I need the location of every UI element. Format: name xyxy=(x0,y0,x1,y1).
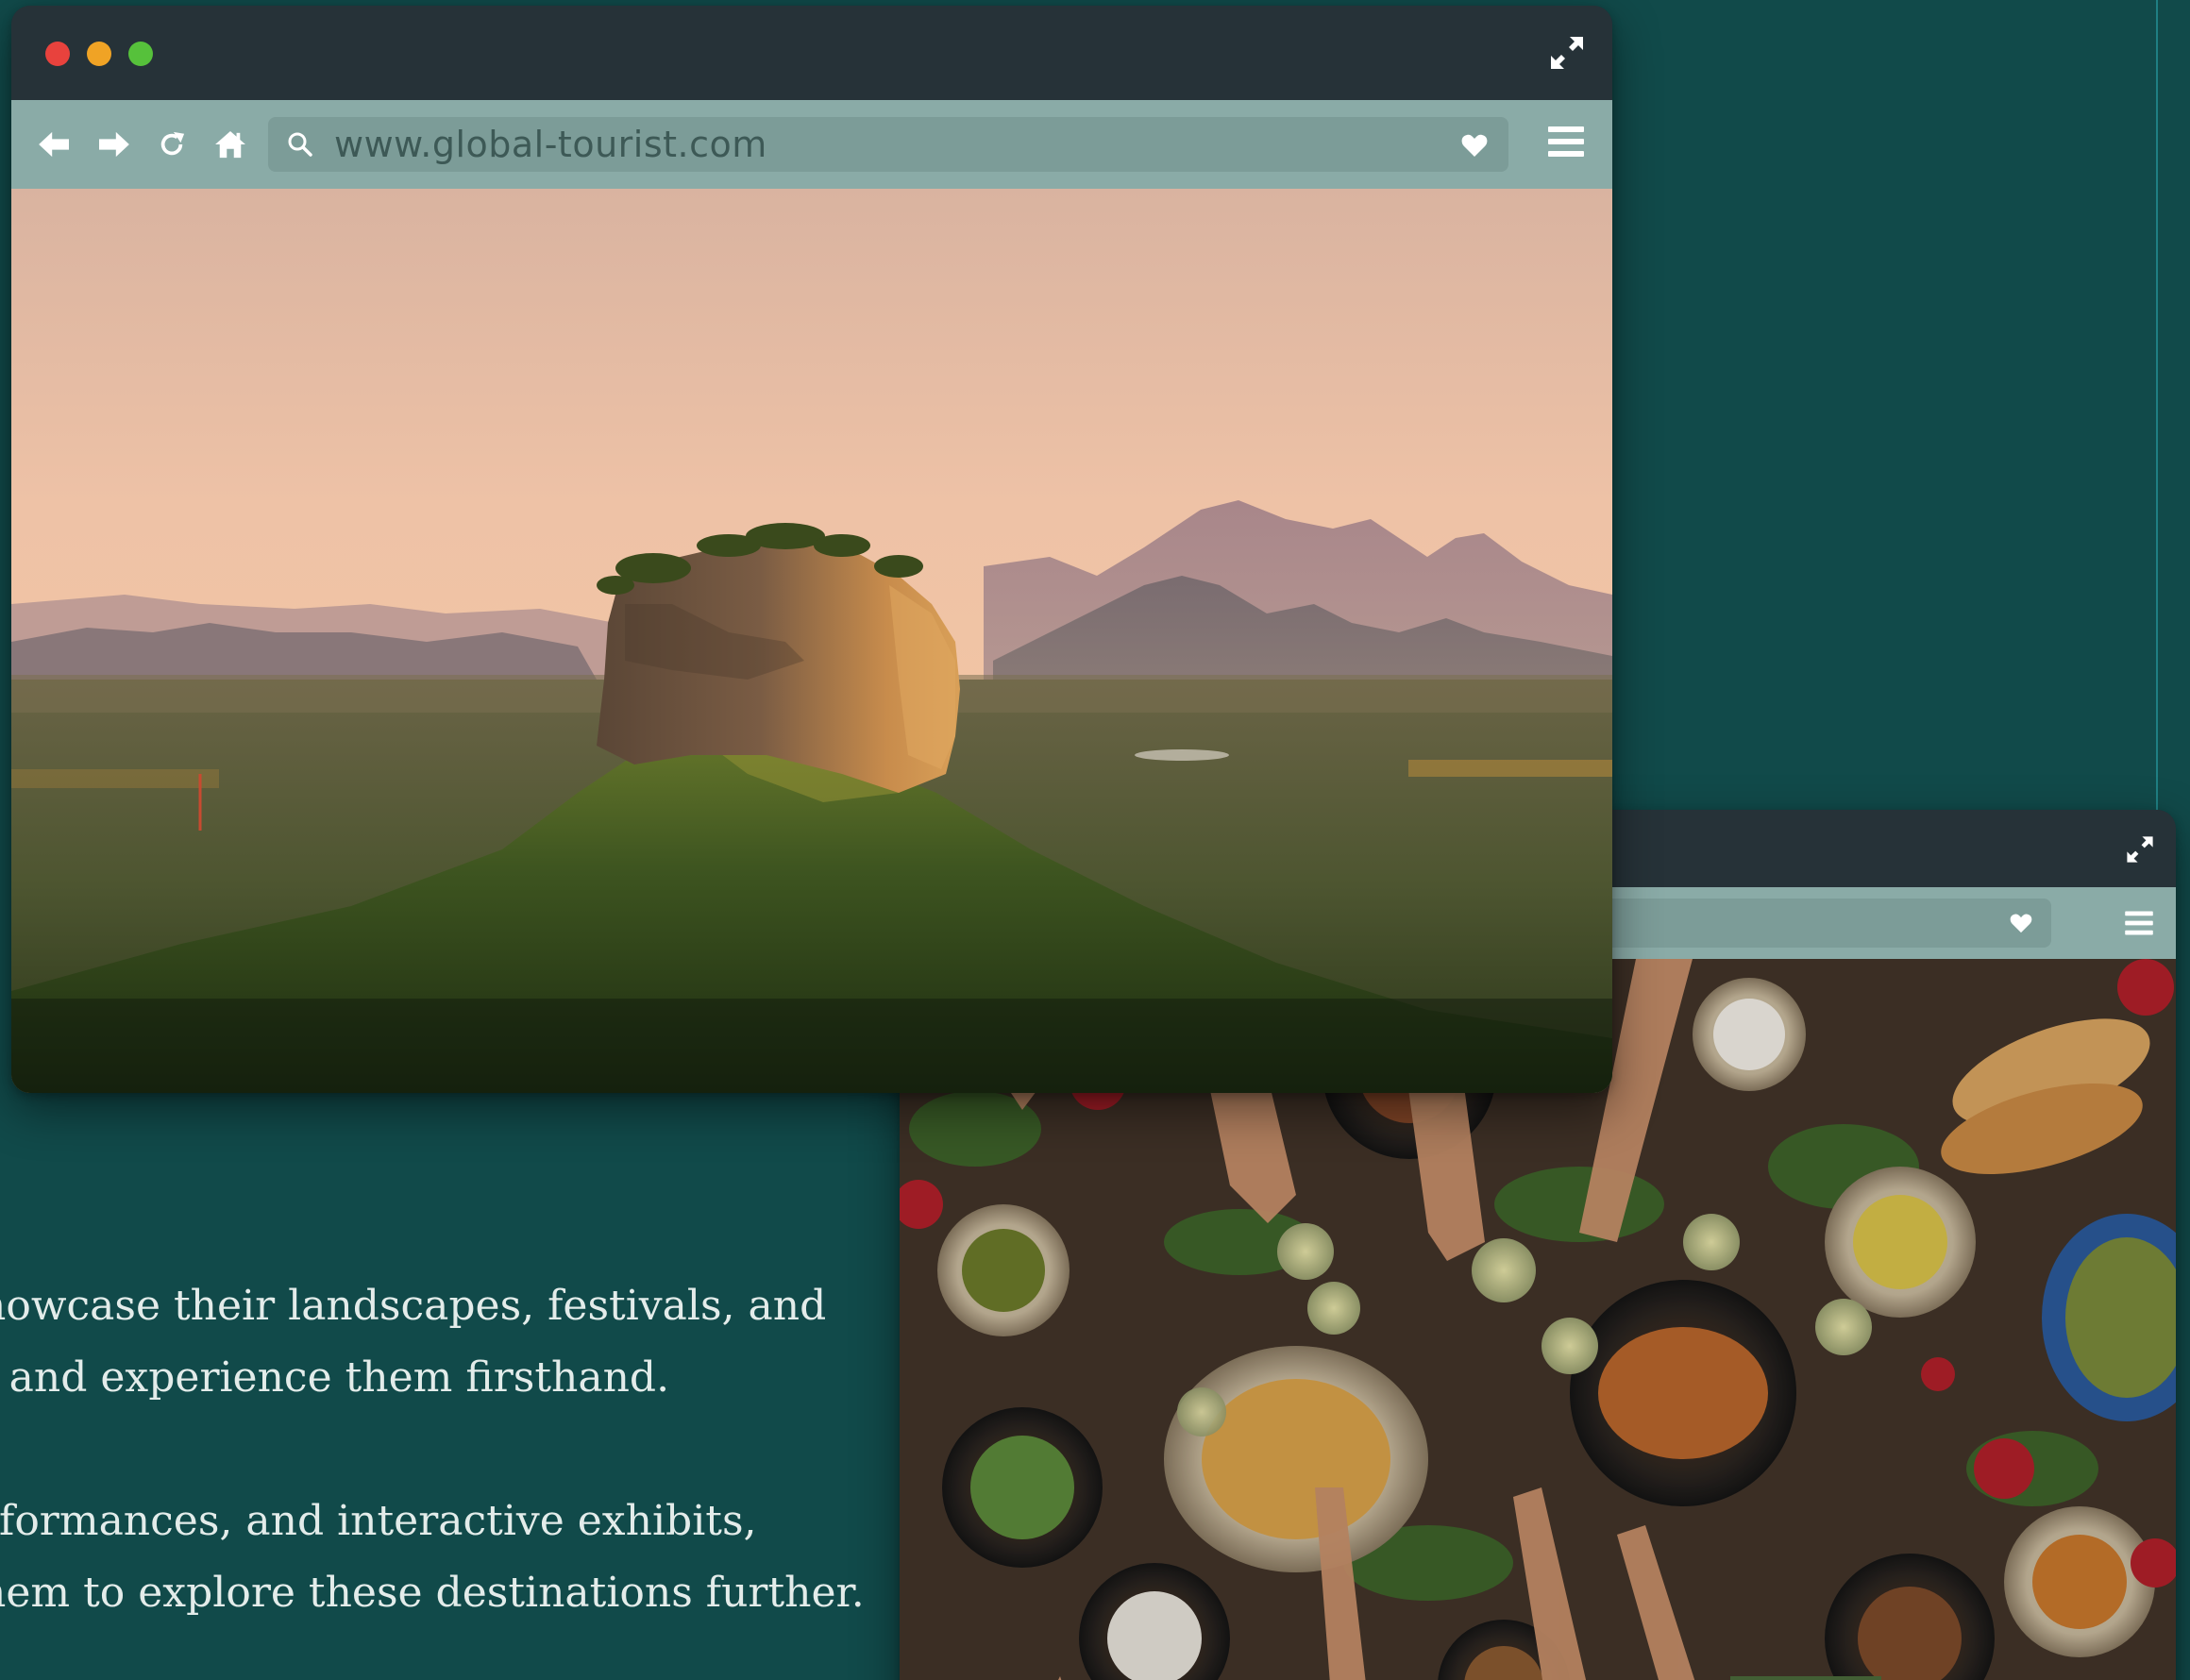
heart-icon[interactable] xyxy=(1461,133,1488,158)
sigiriya-landscape-image xyxy=(11,189,1612,1093)
reload-button[interactable] xyxy=(155,127,189,161)
home-button[interactable] xyxy=(213,127,247,161)
arrow-left-icon xyxy=(39,131,69,158)
expand-icon[interactable] xyxy=(1548,34,1586,72)
url-text[interactable]: www.global-tourist.com xyxy=(334,123,767,166)
expand-icon[interactable] xyxy=(2125,834,2155,865)
paragraph-2: rformances, and interactive exhibits, he… xyxy=(0,1486,887,1629)
page-image-landscape xyxy=(11,189,1612,1093)
forward-button[interactable] xyxy=(96,127,130,161)
paragraph-1-line-2: t and experience them firsthand. xyxy=(0,1353,670,1402)
title-bar[interactable] xyxy=(11,6,1612,100)
back-button[interactable] xyxy=(38,127,72,161)
paragraph-1: howcase their landscapes, festivals, and… xyxy=(0,1270,887,1414)
hamburger-menu-icon[interactable] xyxy=(2125,910,2153,936)
navigation-controls xyxy=(38,100,247,189)
body-copy: howcase their landscapes, festivals, and… xyxy=(0,1270,887,1667)
address-bar[interactable]: www.global-tourist.com xyxy=(268,117,1508,172)
arrow-right-icon xyxy=(99,131,129,158)
heart-icon[interactable] xyxy=(2010,913,2032,933)
paragraph-1-line-1: howcase their landscapes, festivals, and xyxy=(0,1282,827,1330)
paragraph-2-line-2: hem to explore these destinations furthe… xyxy=(0,1569,865,1617)
home-icon xyxy=(215,130,245,159)
paragraph-2-line-1: rformances, and interactive exhibits, xyxy=(0,1497,757,1545)
toolbar: www.global-tourist.com xyxy=(11,100,1612,189)
reload-icon xyxy=(160,131,185,156)
minimize-window-button[interactable] xyxy=(87,42,111,66)
browser-window-main[interactable]: www.global-tourist.com xyxy=(11,6,1612,1093)
hamburger-menu-icon[interactable] xyxy=(1548,125,1584,159)
search-icon xyxy=(287,131,313,158)
window-controls xyxy=(45,42,153,66)
close-window-button[interactable] xyxy=(45,42,70,66)
zoom-window-button[interactable] xyxy=(128,42,153,66)
